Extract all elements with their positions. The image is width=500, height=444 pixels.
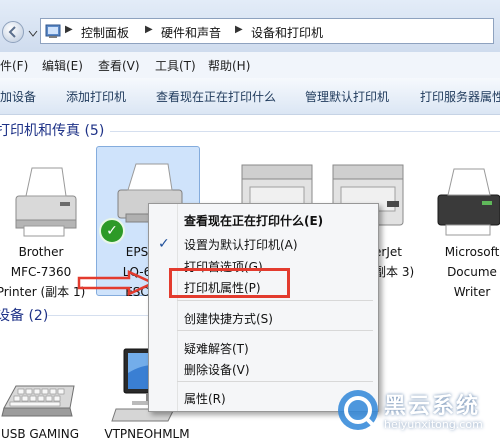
- manage-default-printers-button[interactable]: 管理默认打印机: [305, 88, 389, 105]
- control-panel-icon: [45, 23, 61, 42]
- breadcrumb-separator-icon: ▶: [65, 24, 73, 35]
- printers-group-heading[interactable]: 打印机和传真 (5): [0, 120, 104, 140]
- group-divider: [110, 131, 500, 132]
- context-menu: 查看现在正在打印什么(E) ✓ 设置为默认打印机(A) 打印首选项(G) 打印机…: [148, 203, 379, 412]
- menu-item-properties[interactable]: 属性(R): [184, 390, 226, 407]
- menu-item-set-default[interactable]: 设置为默认打印机(A): [184, 236, 298, 253]
- printer-label-line: Brother: [18, 245, 64, 259]
- devices-group-heading[interactable]: 设备 (2): [0, 305, 48, 325]
- breadcrumb-devices-printers[interactable]: 设备和打印机: [251, 24, 323, 41]
- keyboard-icon[interactable]: [0, 378, 78, 425]
- printer-label-line: Writer: [453, 285, 491, 299]
- printer-label-line: Docume: [447, 265, 497, 279]
- watermark: 黑云系统 heiyunxitong.com: [336, 386, 500, 439]
- watermark-url: heiyunxitong.com: [384, 418, 483, 431]
- back-button[interactable]: [2, 21, 24, 43]
- device-label: VTPNEOHMLM: [104, 427, 190, 441]
- printer-icon[interactable]: [6, 162, 82, 243]
- menu-separator: [177, 330, 373, 331]
- menu-item-create-shortcut[interactable]: 创建快捷方式(S): [184, 310, 273, 327]
- recent-pages-chevron-icon[interactable]: [28, 27, 38, 41]
- printer-label: erJet 副本 3): [374, 242, 422, 282]
- default-printer-check-icon: ✓: [99, 218, 125, 244]
- menu-view[interactable]: 查看(V): [98, 57, 140, 74]
- add-device-button[interactable]: 添加设备: [0, 88, 36, 105]
- menu-edit[interactable]: 编辑(E): [42, 57, 83, 74]
- menu-bar: 文件(F) 编辑(E) 查看(V) 工具(T) 帮助(H): [0, 52, 500, 79]
- breadcrumb-control-panel[interactable]: 控制面板: [81, 24, 129, 41]
- printer-label-line: Microsoft: [444, 245, 500, 259]
- print-server-properties-button[interactable]: 打印服务器属性: [420, 88, 500, 105]
- address-bar-area: ▶ 控制面板 ▶ 硬件和声音 ▶ 设备和打印机: [0, 0, 500, 52]
- checkmark-icon: ✓: [158, 236, 170, 252]
- breadcrumb-separator-icon: ▶: [145, 24, 153, 35]
- see-whats-printing-button[interactable]: 查看现在正在打印什么: [156, 88, 276, 105]
- menu-separator: [177, 381, 373, 382]
- group-divider: [48, 315, 148, 316]
- watermark-title: 黑云系统: [384, 394, 481, 419]
- red-arrow-icon: [77, 270, 157, 299]
- add-printer-button[interactable]: 添加打印机: [66, 88, 126, 105]
- address-field[interactable]: ▶ 控制面板 ▶ 硬件和声音 ▶ 设备和打印机: [40, 18, 494, 44]
- menu-item-troubleshoot[interactable]: 疑难解答(T): [184, 340, 249, 357]
- breadcrumb-hardware-sound[interactable]: 硬件和声音: [161, 24, 221, 41]
- menu-item-see-whats-printing[interactable]: 查看现在正在打印什么(E): [184, 212, 323, 229]
- device-label: USB GAMING: [0, 427, 80, 441]
- menu-gutter: [177, 204, 178, 411]
- menu-help[interactable]: 帮助(H): [208, 57, 250, 74]
- watermark-logo-icon: [338, 390, 378, 430]
- breadcrumb-separator-icon: ▶: [235, 24, 243, 35]
- menu-separator: [177, 300, 373, 301]
- printer-label-line: erJet: [374, 245, 402, 259]
- printer-label: Microsoft Docume Writer: [436, 242, 500, 302]
- annotation-highlight-box: [169, 268, 290, 298]
- command-toolbar: 添加设备 添加打印机 查看现在正在打印什么 管理默认打印机 打印服务器属性: [0, 78, 500, 115]
- menu-item-remove-device[interactable]: 删除设备(V): [184, 361, 250, 378]
- menu-file[interactable]: 文件(F): [0, 57, 28, 74]
- printer-icon[interactable]: [436, 163, 500, 242]
- menu-tools[interactable]: 工具(T): [155, 57, 196, 74]
- printer-label-line: 副本 3): [374, 265, 415, 279]
